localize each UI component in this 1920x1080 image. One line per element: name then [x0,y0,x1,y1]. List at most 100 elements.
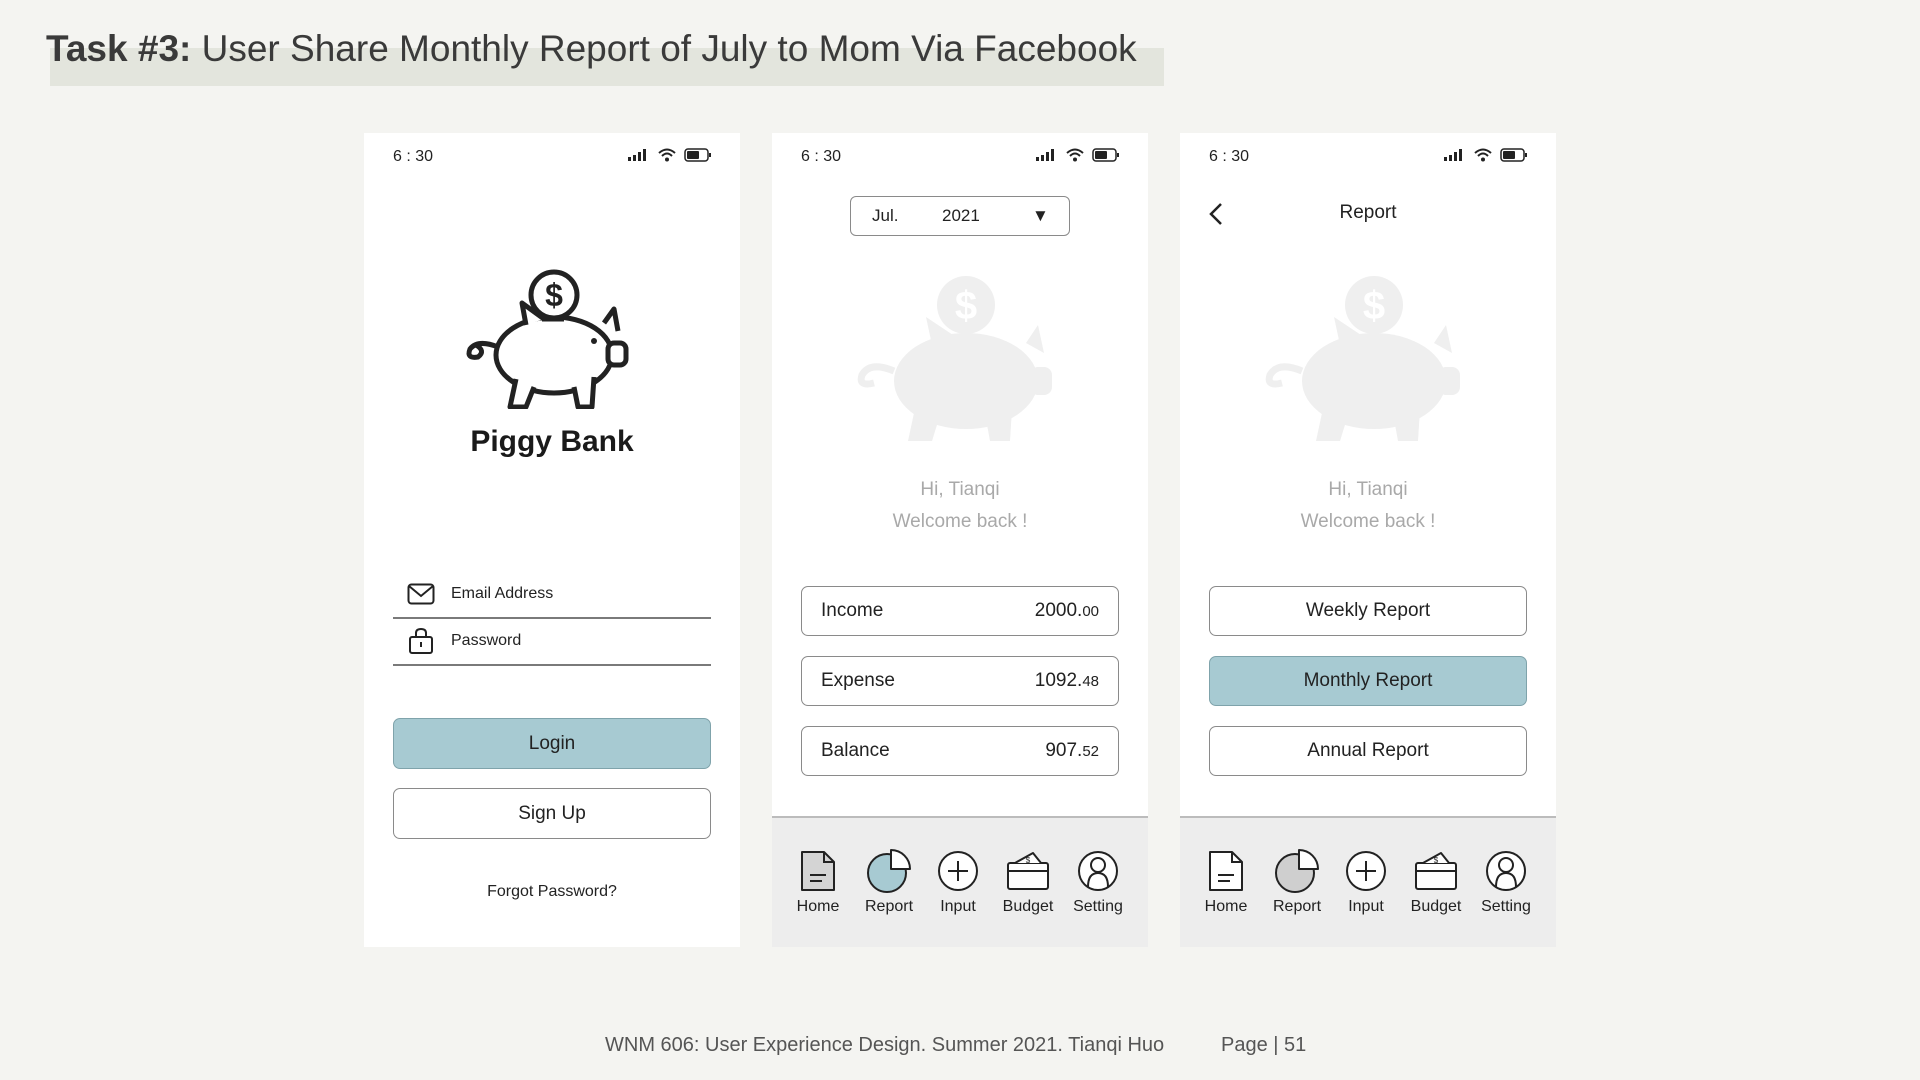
balance-row[interactable]: Balance 907.52 [801,726,1119,776]
report-page-title: Report [1339,202,1397,223]
tab-input[interactable]: Input [1331,848,1401,928]
pie-chart-icon [866,848,912,894]
tab-setting-label: Setting [1073,898,1123,915]
home-screen: 6 : 30 Jul. 2021 ▼ $ Hi, Tianqi Welcome … [772,133,1148,947]
greeting-text: Hi, Tianqi [920,479,1000,500]
expense-row[interactable]: Expense 1092.48 [801,656,1119,706]
signal-icon [628,149,646,161]
tab-report-label: Report [864,898,914,915]
signal-icon [1036,149,1054,161]
tab-budget[interactable]: $ Budget [993,848,1063,928]
balance-value-int: 907. [1045,740,1083,761]
income-value-int: 2000. [1034,600,1083,621]
user-profile-icon [1075,848,1121,894]
balance-value-cents: 52 [1082,743,1099,760]
document-icon [795,848,841,894]
status-time: 6 : 30 [801,148,842,165]
wifi-icon [1066,148,1084,162]
income-row[interactable]: Income 2000.00 [801,586,1119,636]
svg-text:$: $ [1026,856,1031,865]
greeting-text: Hi, Tianqi [1328,479,1408,500]
forgot-password-link[interactable]: Forgot Password? [364,883,740,901]
email-placeholder: Email Address [451,585,554,602]
tab-budget-label: Budget [1002,898,1054,915]
tab-input-label: Input [940,898,976,915]
wallet-icon: $ [1005,848,1051,894]
wifi-icon [1474,148,1492,162]
status-bar: 6 : 30 [364,133,740,183]
signup-button[interactable]: Sign Up [393,788,711,839]
tab-budget-label: Budget [1410,898,1462,915]
document-icon [1203,848,1249,894]
income-value-cents: 00 [1082,603,1099,620]
title-text: Task #3: User Share Monthly Report of Ju… [46,24,1137,74]
svg-text:$: $ [545,277,563,313]
tab-home-label: Home [796,898,840,915]
email-field[interactable]: Email Address [393,571,711,619]
income-label: Income [821,600,884,621]
tab-setting[interactable]: Setting [1471,848,1541,928]
expense-label: Expense [821,670,895,691]
lock-icon [407,627,435,655]
dropdown-caret-icon: ▼ [1032,206,1049,225]
expense-value: 1092.48 [1035,670,1099,692]
piggy-bank-watermark-icon: $ [857,276,1052,441]
svg-text:$: $ [955,284,977,328]
plus-circle-icon [935,848,981,894]
signal-icon [1444,149,1462,161]
title-description: User Share Monthly Report of July to Mom… [191,28,1137,69]
footer-course: WNM 606: User Experience Design. Summer … [605,1034,1165,1056]
welcome-text: Welcome back ! [892,511,1028,532]
piggy-bank-watermark-icon: $ [1265,276,1460,441]
pie-chart-icon [1274,848,1320,894]
balance-label: Balance [821,740,890,761]
login-button[interactable]: Login [393,718,711,769]
tab-home-label: Home [1204,898,1248,915]
login-screen: 6 : 30 $ Piggy Bank Email Address Passwo… [364,133,740,947]
tab-setting-label: Setting [1481,898,1531,915]
password-field[interactable]: Password [393,618,711,666]
monthly-report-button[interactable]: Monthly Report [1209,656,1527,706]
month-selector[interactable]: Jul. 2021 ▼ [850,196,1070,236]
tab-setting[interactable]: Setting [1063,848,1133,928]
status-icons [1036,148,1120,162]
weekly-report-button[interactable]: Weekly Report [1209,586,1527,636]
tab-home[interactable]: Home [1191,848,1261,928]
status-bar: 6 : 30 [772,133,1148,183]
wifi-icon [658,148,676,162]
status-icons [628,148,712,162]
tab-home[interactable]: Home [783,848,853,928]
tab-budget[interactable]: $ Budget [1401,848,1471,928]
status-time: 6 : 30 [1209,148,1250,165]
status-bar: 6 : 30 [1180,133,1556,183]
annual-report-button[interactable]: Annual Report [1209,726,1527,776]
password-placeholder: Password [451,632,522,649]
expense-value-cents: 48 [1082,673,1099,690]
tab-bar: Home Report Input $ Budget Setting [772,816,1148,947]
wallet-icon: $ [1413,848,1459,894]
footer-page-number: Page | 51 [1221,1034,1307,1056]
tab-input[interactable]: Input [923,848,993,928]
slide-title: Task #3: User Share Monthly Report of Ju… [46,24,1164,86]
battery-icon [1500,148,1527,162]
tab-input-label: Input [1348,898,1384,915]
balance-value: 907.52 [1045,740,1099,762]
piggy-bank-logo: $ [466,269,629,409]
app-name: Piggy Bank [470,425,634,458]
plus-circle-icon [1343,848,1389,894]
svg-text:$: $ [1434,856,1439,865]
tab-report[interactable]: Report [1262,848,1332,928]
tab-report[interactable]: Report [854,848,924,928]
user-profile-icon [1483,848,1529,894]
battery-icon [1092,148,1119,162]
title-task-number: Task #3: [46,28,192,69]
expense-value-int: 1092. [1034,670,1083,691]
envelope-icon [407,580,435,608]
svg-text:$: $ [1363,284,1385,328]
income-value: 2000.00 [1035,600,1099,622]
selected-year: 2021 [942,206,980,225]
report-screen: 6 : 30 Report $ Hi, Tianqi Welcome back … [1180,133,1556,947]
selected-month: Jul. [872,206,899,225]
status-time: 6 : 30 [393,148,434,165]
tab-report-label: Report [1272,898,1322,915]
